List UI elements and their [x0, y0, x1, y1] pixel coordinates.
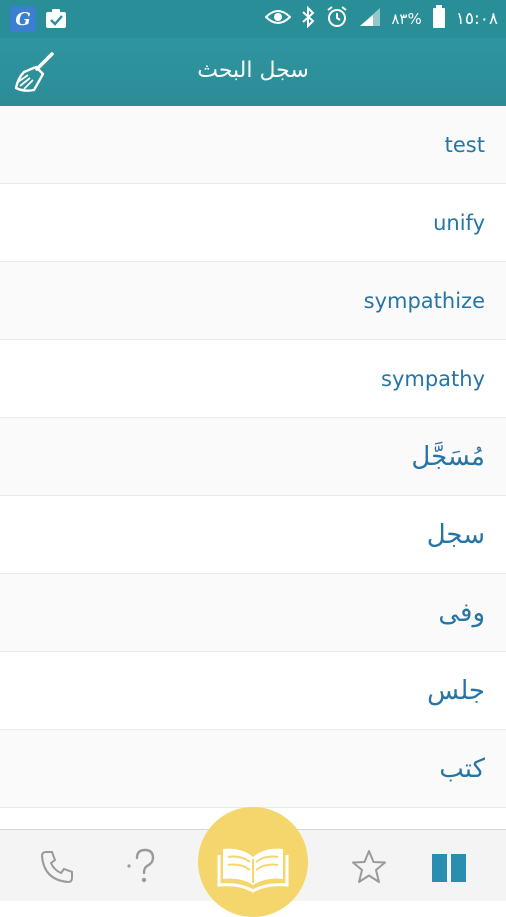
history-item-sijil[interactable]: سجل: [0, 496, 506, 574]
nav-favorites-button[interactable]: [346, 844, 392, 890]
nav-phone-button[interactable]: [34, 844, 80, 890]
history-item-label: sympathize: [363, 288, 485, 313]
history-item-label: sympathy: [381, 366, 485, 391]
history-item-test[interactable]: test: [0, 106, 506, 184]
history-item-label: سجل: [426, 519, 485, 550]
history-item-label: unify: [433, 210, 485, 235]
battery-percent: ٨٣%: [391, 10, 422, 28]
history-item-jalasa[interactable]: جلس: [0, 652, 506, 730]
history-item-label: مُسَجَّل: [411, 441, 485, 472]
bluetooth-icon: [301, 5, 315, 32]
history-item-unify[interactable]: unify: [0, 184, 506, 262]
history-item-kataba[interactable]: كتب: [0, 730, 506, 808]
signal-icon: [359, 7, 381, 31]
question-icon: [127, 848, 155, 883]
history-item-label: كتب: [439, 753, 485, 784]
history-item-label: وفى: [438, 597, 485, 628]
history-item-label: جلس: [427, 675, 485, 706]
alarm-icon: [325, 5, 349, 33]
book-icon: [432, 854, 466, 882]
status-bar: G ٨٣% ١٥:٠٨: [0, 0, 506, 38]
search-history-list: test unify sympathize sympathy مُسَجَّل …: [0, 106, 506, 808]
clock: ١٥:٠٨: [455, 9, 498, 29]
nav-help-button[interactable]: [120, 844, 166, 890]
app-bar: سجل البحث: [0, 38, 506, 106]
open-book-icon: [217, 848, 289, 893]
home-read-button[interactable]: [198, 807, 308, 917]
history-item-sympathy[interactable]: sympathy: [0, 340, 506, 418]
history-item-wafa[interactable]: وفى: [0, 574, 506, 652]
star-icon: [352, 850, 386, 883]
phone-icon: [40, 851, 73, 884]
app-g-icon: G: [10, 6, 36, 32]
history-item-label: test: [444, 132, 485, 157]
clipboard-check-icon: [44, 8, 68, 30]
page-title: سجل البحث: [197, 58, 309, 83]
history-item-musajjal[interactable]: مُسَجَّل: [0, 418, 506, 496]
eye-icon: [264, 8, 292, 30]
battery-icon: [432, 5, 446, 33]
history-item-sympathize[interactable]: sympathize: [0, 262, 506, 340]
nav-dictionary-button[interactable]: [426, 844, 472, 890]
